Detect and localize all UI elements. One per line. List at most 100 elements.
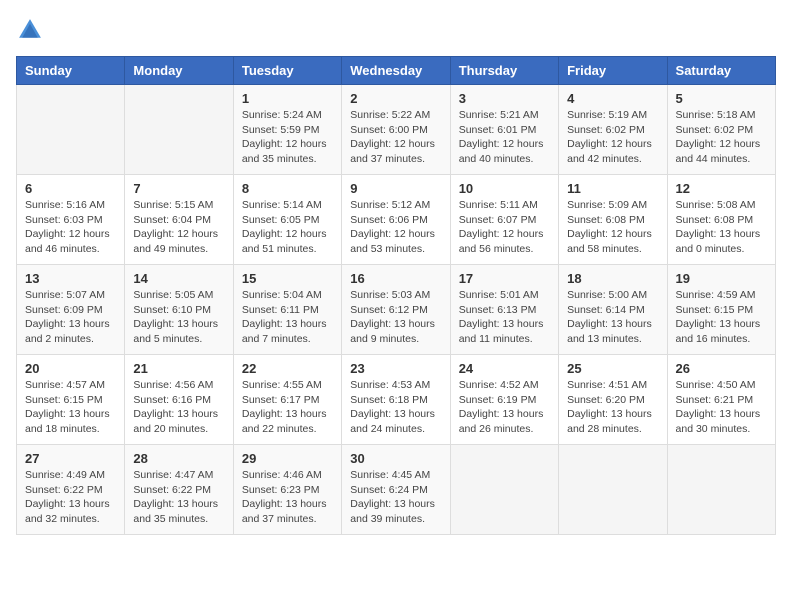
- day-detail: Sunrise: 5:19 AM Sunset: 6:02 PM Dayligh…: [567, 108, 658, 167]
- weekday-header-saturday: Saturday: [667, 57, 775, 85]
- day-detail: Sunrise: 5:08 AM Sunset: 6:08 PM Dayligh…: [676, 198, 767, 257]
- weekday-header-thursday: Thursday: [450, 57, 558, 85]
- calendar-header: SundayMondayTuesdayWednesdayThursdayFrid…: [17, 57, 776, 85]
- calendar-cell: [667, 445, 775, 535]
- calendar-cell: [559, 445, 667, 535]
- day-number: 1: [242, 91, 333, 106]
- day-detail: Sunrise: 4:51 AM Sunset: 6:20 PM Dayligh…: [567, 378, 658, 437]
- day-number: 8: [242, 181, 333, 196]
- calendar-cell: [125, 85, 233, 175]
- calendar-cell: [450, 445, 558, 535]
- day-detail: Sunrise: 4:57 AM Sunset: 6:15 PM Dayligh…: [25, 378, 116, 437]
- day-detail: Sunrise: 5:21 AM Sunset: 6:01 PM Dayligh…: [459, 108, 550, 167]
- day-number: 28: [133, 451, 224, 466]
- day-detail: Sunrise: 5:01 AM Sunset: 6:13 PM Dayligh…: [459, 288, 550, 347]
- day-number: 16: [350, 271, 441, 286]
- day-number: 17: [459, 271, 550, 286]
- day-number: 2: [350, 91, 441, 106]
- day-number: 14: [133, 271, 224, 286]
- logo: [16, 16, 48, 44]
- day-detail: Sunrise: 5:24 AM Sunset: 5:59 PM Dayligh…: [242, 108, 333, 167]
- weekday-header-sunday: Sunday: [17, 57, 125, 85]
- calendar-cell: [17, 85, 125, 175]
- calendar-cell: 14 Sunrise: 5:05 AM Sunset: 6:10 PM Dayli…: [125, 265, 233, 355]
- calendar-cell: 24 Sunrise: 4:52 AM Sunset: 6:19 PM Dayli…: [450, 355, 558, 445]
- calendar-cell: 12Sunrise: 5:08 AM Sunset: 6:08 PM Dayli…: [667, 175, 775, 265]
- calendar-week-1: 1 Sunrise: 5:24 AM Sunset: 5:59 PM Daylig…: [17, 85, 776, 175]
- day-detail: Sunrise: 5:09 AM Sunset: 6:08 PM Dayligh…: [567, 198, 658, 257]
- day-detail: Sunrise: 5:14 AM Sunset: 6:05 PM Dayligh…: [242, 198, 333, 257]
- day-detail: Sunrise: 4:46 AM Sunset: 6:23 PM Dayligh…: [242, 468, 333, 527]
- day-detail: Sunrise: 5:03 AM Sunset: 6:12 PM Dayligh…: [350, 288, 441, 347]
- calendar-week-4: 20 Sunrise: 4:57 AM Sunset: 6:15 PM Dayli…: [17, 355, 776, 445]
- calendar-cell: 21 Sunrise: 4:56 AM Sunset: 6:16 PM Dayli…: [125, 355, 233, 445]
- day-detail: Sunrise: 4:56 AM Sunset: 6:16 PM Dayligh…: [133, 378, 224, 437]
- day-detail: Sunrise: 4:52 AM Sunset: 6:19 PM Dayligh…: [459, 378, 550, 437]
- calendar-cell: 28 Sunrise: 4:47 AM Sunset: 6:22 PM Dayli…: [125, 445, 233, 535]
- day-detail: Sunrise: 4:45 AM Sunset: 6:24 PM Dayligh…: [350, 468, 441, 527]
- day-detail: Sunrise: 5:18 AM Sunset: 6:02 PM Dayligh…: [676, 108, 767, 167]
- day-detail: Sunrise: 5:12 AM Sunset: 6:06 PM Dayligh…: [350, 198, 441, 257]
- calendar-cell: 19 Sunrise: 4:59 AM Sunset: 6:15 PM Dayli…: [667, 265, 775, 355]
- day-number: 11: [567, 181, 658, 196]
- calendar-cell: 11 Sunrise: 5:09 AM Sunset: 6:08 PM Dayli…: [559, 175, 667, 265]
- day-detail: Sunrise: 4:55 AM Sunset: 6:17 PM Dayligh…: [242, 378, 333, 437]
- logo-icon: [16, 16, 44, 44]
- day-detail: Sunrise: 5:22 AM Sunset: 6:00 PM Dayligh…: [350, 108, 441, 167]
- day-number: 24: [459, 361, 550, 376]
- day-number: 5: [676, 91, 767, 106]
- day-number: 30: [350, 451, 441, 466]
- day-number: 7: [133, 181, 224, 196]
- day-detail: Sunrise: 5:11 AM Sunset: 6:07 PM Dayligh…: [459, 198, 550, 257]
- calendar-cell: 2 Sunrise: 5:22 AM Sunset: 6:00 PM Daylig…: [342, 85, 450, 175]
- day-number: 3: [459, 91, 550, 106]
- calendar-cell: 25 Sunrise: 4:51 AM Sunset: 6:20 PM Dayli…: [559, 355, 667, 445]
- weekday-header-row: SundayMondayTuesdayWednesdayThursdayFrid…: [17, 57, 776, 85]
- calendar-cell: 13Sunrise: 5:07 AM Sunset: 6:09 PM Dayli…: [17, 265, 125, 355]
- calendar-cell: 15 Sunrise: 5:04 AM Sunset: 6:11 PM Dayli…: [233, 265, 341, 355]
- calendar-cell: 16 Sunrise: 5:03 AM Sunset: 6:12 PM Dayli…: [342, 265, 450, 355]
- day-number: 15: [242, 271, 333, 286]
- calendar-cell: 9 Sunrise: 5:12 AM Sunset: 6:06 PM Daylig…: [342, 175, 450, 265]
- day-detail: Sunrise: 5:04 AM Sunset: 6:11 PM Dayligh…: [242, 288, 333, 347]
- calendar-cell: 17 Sunrise: 5:01 AM Sunset: 6:13 PM Dayli…: [450, 265, 558, 355]
- day-number: 10: [459, 181, 550, 196]
- day-number: 9: [350, 181, 441, 196]
- calendar-cell: 1 Sunrise: 5:24 AM Sunset: 5:59 PM Daylig…: [233, 85, 341, 175]
- day-detail: Sunrise: 5:15 AM Sunset: 6:04 PM Dayligh…: [133, 198, 224, 257]
- day-detail: Sunrise: 5:16 AM Sunset: 6:03 PM Dayligh…: [25, 198, 116, 257]
- calendar-cell: 22 Sunrise: 4:55 AM Sunset: 6:17 PM Dayli…: [233, 355, 341, 445]
- calendar-cell: 3 Sunrise: 5:21 AM Sunset: 6:01 PM Daylig…: [450, 85, 558, 175]
- day-number: 19: [676, 271, 767, 286]
- day-detail: Sunrise: 4:50 AM Sunset: 6:21 PM Dayligh…: [676, 378, 767, 437]
- day-number: 27: [25, 451, 116, 466]
- weekday-header-friday: Friday: [559, 57, 667, 85]
- day-number: 26: [676, 361, 767, 376]
- page-header: [16, 16, 776, 44]
- day-number: 6: [25, 181, 116, 196]
- day-detail: Sunrise: 4:59 AM Sunset: 6:15 PM Dayligh…: [676, 288, 767, 347]
- calendar-cell: 20 Sunrise: 4:57 AM Sunset: 6:15 PM Dayli…: [17, 355, 125, 445]
- calendar-cell: 8 Sunrise: 5:14 AM Sunset: 6:05 PM Daylig…: [233, 175, 341, 265]
- weekday-header-wednesday: Wednesday: [342, 57, 450, 85]
- day-detail: Sunrise: 5:05 AM Sunset: 6:10 PM Dayligh…: [133, 288, 224, 347]
- weekday-header-tuesday: Tuesday: [233, 57, 341, 85]
- day-detail: Sunrise: 5:00 AM Sunset: 6:14 PM Dayligh…: [567, 288, 658, 347]
- day-number: 21: [133, 361, 224, 376]
- weekday-header-monday: Monday: [125, 57, 233, 85]
- calendar-cell: 27 Sunrise: 4:49 AM Sunset: 6:22 PM Dayli…: [17, 445, 125, 535]
- day-detail: Sunrise: 4:53 AM Sunset: 6:18 PM Dayligh…: [350, 378, 441, 437]
- day-detail: Sunrise: 4:49 AM Sunset: 6:22 PM Dayligh…: [25, 468, 116, 527]
- day-number: 22: [242, 361, 333, 376]
- calendar-body: 1 Sunrise: 5:24 AM Sunset: 5:59 PM Daylig…: [17, 85, 776, 535]
- day-number: 23: [350, 361, 441, 376]
- day-number: 18: [567, 271, 658, 286]
- day-number: 13: [25, 271, 116, 286]
- calendar-cell: 29Sunrise: 4:46 AM Sunset: 6:23 PM Dayli…: [233, 445, 341, 535]
- calendar-week-5: 27 Sunrise: 4:49 AM Sunset: 6:22 PM Dayli…: [17, 445, 776, 535]
- day-number: 25: [567, 361, 658, 376]
- day-detail: Sunrise: 4:47 AM Sunset: 6:22 PM Dayligh…: [133, 468, 224, 527]
- day-number: 4: [567, 91, 658, 106]
- calendar-cell: 10 Sunrise: 5:11 AM Sunset: 6:07 PM Dayli…: [450, 175, 558, 265]
- day-number: 20: [25, 361, 116, 376]
